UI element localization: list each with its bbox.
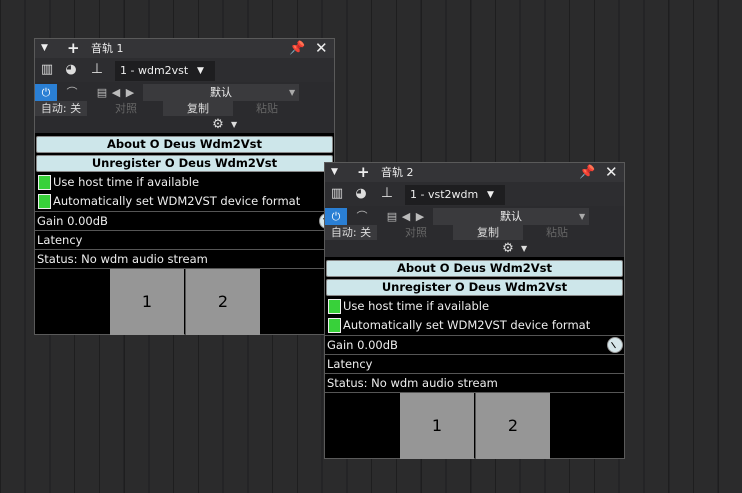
auto-format-label: Automatically set WDM2VST device format [343, 318, 591, 332]
prev-preset-icon[interactable]: ◀ [399, 208, 413, 225]
close-icon[interactable]: ✕ [605, 163, 618, 182]
status-text: Status: No wdm audio stream [37, 252, 208, 266]
automation-icon[interactable]: ⌒ [351, 208, 373, 225]
plugin-window-track1: ▼ + 音轨 1 📌 ✕ ▥ ◕ ⊥ 1 - wdm2vst ▼ ⏻ ⌒ ▤ ◀… [34, 38, 335, 335]
unregister-button[interactable]: Unregister O Deus Wdm2Vst [36, 155, 333, 172]
auto-format-label: Automatically set WDM2VST device format [53, 194, 301, 208]
gain-row: Gain 0.00dB [35, 211, 334, 230]
paste-button[interactable]: 粘贴 [235, 101, 299, 117]
gain-row: Gain 0.00dB [325, 335, 624, 354]
use-host-time-label: Use host time if available [343, 299, 490, 313]
auto-format-checkbox[interactable] [38, 194, 51, 209]
auto-format-row[interactable]: Automatically set WDM2VST device format [325, 316, 624, 335]
close-icon[interactable]: ✕ [315, 39, 328, 58]
next-preset-icon[interactable]: ▶ [413, 208, 427, 225]
about-button[interactable]: About O Deus Wdm2Vst [36, 136, 333, 153]
settings-bar: ⚙ ▼ [325, 240, 624, 257]
gear-icon[interactable]: ⚙ [501, 240, 515, 257]
use-host-time-row[interactable]: Use host time if available [35, 173, 334, 192]
latency-row: Latency [35, 230, 334, 249]
window-titlebar[interactable]: ▼ + 音轨 2 📌 ✕ [325, 163, 624, 182]
power-button[interactable]: ⏻ [325, 208, 347, 225]
gear-icon[interactable]: ⚙ [211, 116, 225, 133]
use-host-time-label: Use host time if available [53, 175, 200, 189]
auto-off-button[interactable]: 自动: 关 [35, 101, 87, 117]
paste-button[interactable]: 粘贴 [525, 225, 589, 241]
device-select-value: 1 - vst2wdm [410, 188, 479, 201]
preset-bar: ⏻ ⌒ ▤ ◀ ▶ 默认 ▼ 自动: 关 对照 复制 粘贴 [325, 206, 624, 241]
chevron-down-icon: ▼ [197, 66, 204, 76]
channel-panel: 1 2 [400, 393, 550, 459]
channel-1-box[interactable]: 1 [110, 269, 184, 335]
preset-bar: ⏻ ⌒ ▤ ◀ ▶ 默认 ▼ 自动: 关 对照 复制 粘贴 [35, 82, 334, 117]
preset-name: 默认 [500, 210, 522, 223]
about-button[interactable]: About O Deus Wdm2Vst [326, 260, 623, 277]
automation-icon[interactable]: ⌒ [61, 84, 83, 101]
chevron-down-icon: ▼ [487, 190, 494, 200]
routing-icon[interactable]: ⊥ [87, 61, 107, 77]
mixer-icon[interactable]: ▥ [39, 62, 55, 77]
plugin-window-track2: ▼ + 音轨 2 📌 ✕ ▥ ◕ ⊥ 1 - vst2wdm ▼ ⏻ ⌒ ▤ ◀… [324, 162, 625, 459]
channel-2-box[interactable]: 2 [475, 393, 550, 459]
latency-label: Latency [327, 357, 373, 371]
collapse-triangle-icon[interactable]: ▼ [331, 163, 338, 182]
pin-icon[interactable]: 📌 [289, 39, 305, 58]
plugin-editor: About O Deus Wdm2Vst Unregister O Deus W… [325, 257, 624, 459]
latency-row: Latency [325, 354, 624, 373]
copy-button[interactable]: 复制 [453, 225, 523, 241]
device-select-value: 1 - wdm2vst [120, 64, 189, 77]
channel-2-box[interactable]: 2 [185, 269, 260, 335]
copy-button[interactable]: 复制 [163, 101, 233, 117]
add-plus-icon[interactable]: + [67, 39, 80, 58]
auto-off-button[interactable]: 自动: 关 [325, 225, 377, 241]
channel-1-box[interactable]: 1 [400, 393, 474, 459]
chevron-down-icon: ▼ [579, 212, 586, 221]
use-host-time-checkbox[interactable] [328, 299, 341, 314]
chevron-down-icon[interactable]: ▼ [521, 240, 527, 257]
window-title: 音轨 2 [381, 166, 414, 179]
status-row: Status: No wdm audio stream [35, 249, 334, 269]
chevron-down-icon[interactable]: ▼ [231, 116, 237, 133]
preset-name-select[interactable]: 默认 [143, 84, 299, 101]
prev-preset-icon[interactable]: ◀ [109, 84, 123, 101]
compare-button[interactable]: 对照 [381, 225, 451, 241]
channel-panel: 1 2 [110, 269, 260, 335]
status-text: Status: No wdm audio stream [327, 376, 498, 390]
gain-value: Gain 0.00dB [327, 338, 398, 352]
preset-name-select[interactable]: 默认 [433, 208, 589, 225]
next-preset-icon[interactable]: ▶ [123, 84, 137, 101]
power-button[interactable]: ⏻ [35, 84, 57, 101]
chevron-down-icon: ▼ [289, 88, 296, 97]
gain-knob[interactable] [607, 337, 623, 353]
gain-value: Gain 0.00dB [37, 214, 108, 228]
dial-icon[interactable]: ◕ [353, 186, 369, 201]
settings-bar: ⚙ ▼ [35, 116, 334, 133]
latency-label: Latency [37, 233, 83, 247]
window-title: 音轨 1 [91, 42, 124, 55]
window-titlebar[interactable]: ▼ + 音轨 1 📌 ✕ [35, 39, 334, 58]
routing-icon[interactable]: ⊥ [377, 185, 397, 201]
status-row: Status: No wdm audio stream [325, 373, 624, 393]
auto-format-checkbox[interactable] [328, 318, 341, 333]
device-select[interactable]: 1 - vst2wdm ▼ [405, 185, 505, 205]
use-host-time-row[interactable]: Use host time if available [325, 297, 624, 316]
compare-button[interactable]: 对照 [91, 101, 161, 117]
preset-name: 默认 [210, 86, 232, 99]
mixer-icon[interactable]: ▥ [329, 186, 345, 201]
unregister-button[interactable]: Unregister O Deus Wdm2Vst [326, 279, 623, 296]
use-host-time-checkbox[interactable] [38, 175, 51, 190]
auto-format-row[interactable]: Automatically set WDM2VST device format [35, 192, 334, 211]
dial-icon[interactable]: ◕ [63, 62, 79, 77]
collapse-triangle-icon[interactable]: ▼ [41, 39, 48, 58]
device-select[interactable]: 1 - wdm2vst ▼ [115, 61, 215, 81]
pin-icon[interactable]: 📌 [579, 163, 595, 182]
plugin-editor: About O Deus Wdm2Vst Unregister O Deus W… [35, 133, 335, 335]
add-plus-icon[interactable]: + [357, 163, 370, 182]
